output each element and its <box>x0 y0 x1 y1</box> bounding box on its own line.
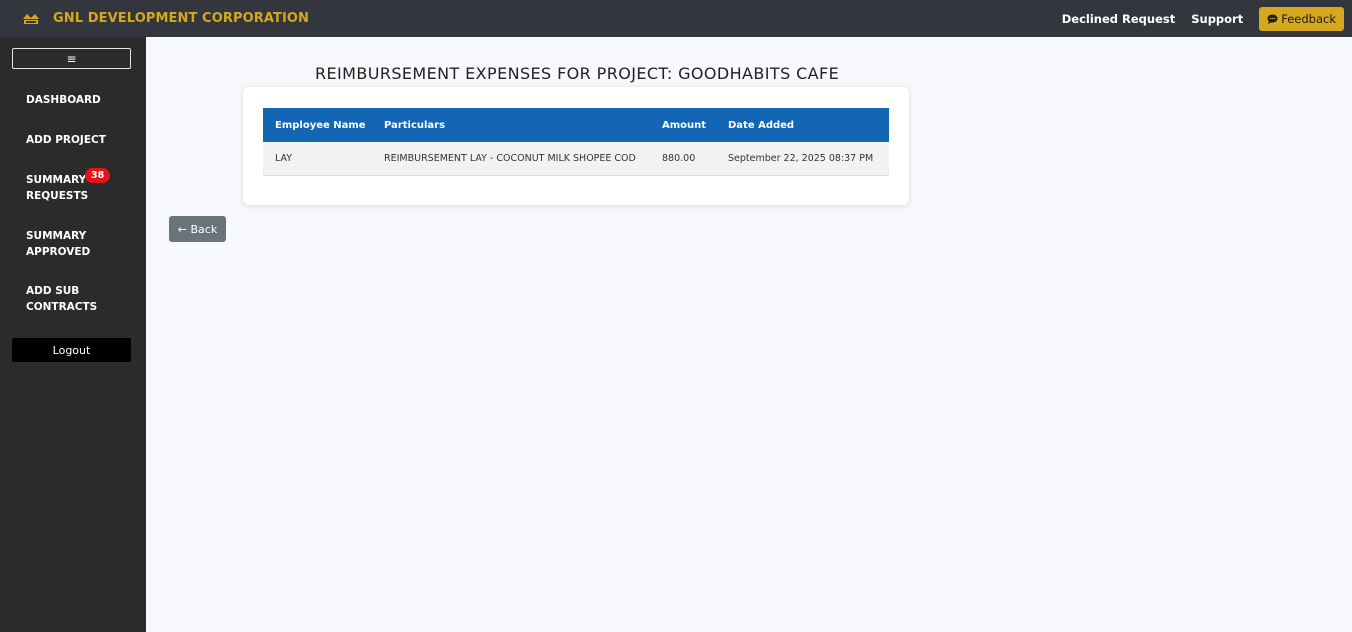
sidebar-item-label: SUMMARY <box>26 230 87 242</box>
sidebar-item-add-project[interactable]: ADD PROJECT <box>26 132 136 148</box>
sidebar-toggle-button[interactable]: ≡ <box>12 48 131 69</box>
feedback-label: Feedback <box>1281 11 1336 26</box>
sidebar-item-label: APPROVED <box>26 246 91 258</box>
sidebar-item-label: SUMMARY <box>26 174 87 186</box>
column-header-date-added: Date Added <box>728 119 795 131</box>
support-link[interactable]: Support <box>1191 12 1243 26</box>
cell-particulars: REIMBURSEMENT LAY - COCONUT MILK SHOPEE … <box>384 152 636 164</box>
logout-button[interactable]: Logout <box>12 338 131 362</box>
top-navbar: GNL DEVELOPMENT CORPORATION Declined Req… <box>0 0 1352 37</box>
sidebar-item-label: ADD SUB <box>26 285 80 297</box>
sidebar-item-label: CONTRACTS <box>26 301 98 313</box>
table-header-row: Employee Name Particulars Amount Date Ad… <box>263 108 889 142</box>
sidebar-item-label: ADD PROJECT <box>26 134 106 146</box>
expenses-table: Employee Name Particulars Amount Date Ad… <box>263 108 889 176</box>
column-header-employee-name: Employee Name <box>275 119 366 131</box>
sidebar-item-dashboard[interactable]: DASHBOARD <box>26 92 136 108</box>
declined-request-link[interactable]: Declined Request <box>1062 12 1175 26</box>
brand-title: GNL DEVELOPMENT CORPORATION <box>53 11 310 26</box>
sidebar: ≡ DASHBOARD ADD PROJECT SUMMARY REQUESTS… <box>0 37 146 632</box>
expenses-card: Employee Name Particulars Amount Date Ad… <box>243 87 909 205</box>
column-header-amount: Amount <box>662 119 707 131</box>
sidebar-item-summary-requests[interactable]: SUMMARY REQUESTS 38 <box>26 168 136 204</box>
menu-icon: ≡ <box>66 51 77 66</box>
brand[interactable]: GNL DEVELOPMENT CORPORATION <box>21 11 309 27</box>
chat-bubble-icon <box>1267 14 1278 24</box>
cell-employee-name: LAY <box>275 152 293 164</box>
sidebar-item-label: REQUESTS <box>26 190 89 202</box>
page-title: REIMBURSEMENT EXPENSES FOR PROJECT: GOOD… <box>315 64 840 83</box>
sidebar-item-add-sub-contracts[interactable]: ADD SUB CONTRACTS <box>26 283 136 315</box>
cell-amount: 880.00 <box>662 152 696 164</box>
column-header-particulars: Particulars <box>384 119 446 131</box>
table-row: LAY REIMBURSEMENT LAY - COCONUT MILK SHO… <box>263 142 889 175</box>
sidebar-item-summary-approved[interactable]: SUMMARY APPROVED <box>26 228 136 260</box>
feedback-button[interactable]: Feedback <box>1259 6 1344 31</box>
back-button[interactable]: ← Back <box>169 216 226 242</box>
notification-count-badge: 38 <box>85 168 111 183</box>
top-right-links: Declined Request Support Feedback <box>1062 0 1344 37</box>
company-logo-icon <box>21 11 41 27</box>
cell-date-added: September 22, 2025 08:37 PM <box>728 152 874 164</box>
sidebar-item-label: DASHBOARD <box>26 94 101 106</box>
